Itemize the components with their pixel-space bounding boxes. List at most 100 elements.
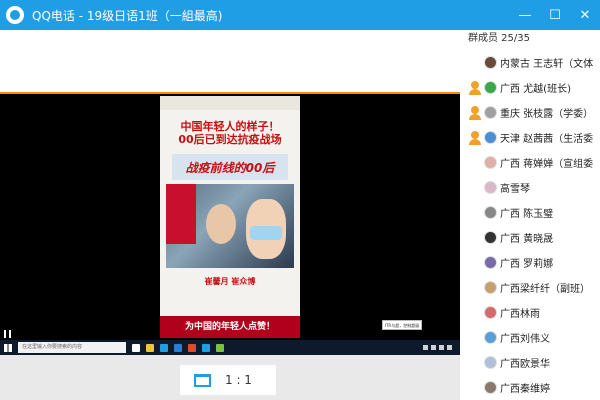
mask-shape xyxy=(250,226,282,240)
member-name: 广西林雨 xyxy=(500,309,540,320)
role-spacer xyxy=(468,281,482,295)
taskbar-search-input[interactable]: 在这里输入你要搜索的内容 xyxy=(18,342,126,353)
shared-taskbar: 在这里输入你要搜索的内容 xyxy=(0,340,460,355)
member-name: 广西梁纤纤（副班） xyxy=(500,284,590,295)
shared-phone-video: 中国年轻人的样子！ 00后已到达抗疫战场 战疫前线的00后 崔馨月 崔众博 为中… xyxy=(160,96,300,338)
role-spacer xyxy=(468,256,482,270)
member-name: 广西 蒋婵婵（宣组委 xyxy=(500,159,594,170)
edge-icon[interactable] xyxy=(160,343,168,352)
office-icon[interactable] xyxy=(188,343,196,352)
avatar[interactable] xyxy=(484,131,497,144)
member-item[interactable]: 广西 黄晓晟 xyxy=(460,225,600,250)
member-name: 广西刘伟义 xyxy=(500,334,550,345)
headline-line-1: 中国年轻人的样子！ xyxy=(180,120,280,133)
video-photo xyxy=(166,184,294,268)
role-spacer xyxy=(468,156,482,170)
minimize-button[interactable]: — xyxy=(510,0,540,30)
wechat-icon[interactable] xyxy=(216,343,224,352)
video-banner: 战疫前线的00后 xyxy=(172,154,288,180)
member-list: 内蒙古 王志轩（文体 广西 尤越(班长) 重庆 张枝露（学委） 天津 赵茜茜（生活委广… xyxy=(460,50,600,400)
tooltip: ITR与超，控制超级 xyxy=(382,320,422,330)
avatar[interactable] xyxy=(484,306,497,319)
avatar[interactable] xyxy=(484,56,497,69)
store-icon[interactable] xyxy=(174,343,182,352)
member-name: 广西 陈玉璧 xyxy=(500,209,554,220)
qq-icon[interactable] xyxy=(202,343,210,352)
screen-icon xyxy=(194,373,211,387)
tray-icon[interactable] xyxy=(447,345,452,350)
video-bottom-banner: 为中国的年轻人点赞！ xyxy=(160,316,300,338)
role-spacer xyxy=(468,331,482,345)
member-item[interactable]: 广西 罗莉娜 xyxy=(460,250,600,275)
avatar[interactable] xyxy=(484,356,497,369)
avatar[interactable] xyxy=(484,381,497,394)
task-view-icon[interactable] xyxy=(132,343,140,352)
member-item[interactable]: 重庆 张枝露（学委） xyxy=(460,100,600,125)
tray-icon[interactable] xyxy=(423,345,428,350)
role-spacer xyxy=(468,381,482,395)
member-item[interactable]: 广西欧景华 xyxy=(460,350,600,375)
tray-icon[interactable] xyxy=(439,345,444,350)
shared-screen-top xyxy=(0,30,460,92)
member-name: 广西欧景华 xyxy=(500,359,550,370)
member-name: 广西 黄晓晟 xyxy=(500,234,554,245)
member-item[interactable]: 广西秦维婷 xyxy=(460,375,600,400)
avatar[interactable] xyxy=(484,281,497,294)
avatar[interactable] xyxy=(484,81,497,94)
avatar[interactable] xyxy=(484,206,497,219)
flag-shape xyxy=(166,184,196,244)
member-name: 高雪琴 xyxy=(500,184,530,195)
avatar[interactable] xyxy=(484,231,497,244)
person-shape xyxy=(206,204,236,244)
role-spacer xyxy=(468,306,482,320)
avatar[interactable] xyxy=(484,106,497,119)
qq-call-logo-icon xyxy=(6,6,24,24)
folder-icon[interactable] xyxy=(146,343,154,352)
admin-icon xyxy=(468,80,482,95)
avatar[interactable] xyxy=(484,156,497,169)
member-name: 内蒙古 王志轩（文体 xyxy=(500,59,594,70)
aspect-ratio-label: 1 : 1 xyxy=(225,373,252,387)
avatar[interactable] xyxy=(484,256,497,269)
window-title: QQ电话 - 19级日语1班（一組最高) xyxy=(32,8,223,23)
tray-icon[interactable] xyxy=(431,345,436,350)
member-item[interactable]: 广西梁纤纤（副班） xyxy=(460,275,600,300)
member-item[interactable]: 广西林雨 xyxy=(460,300,600,325)
window-controls: — ☐ ✕ xyxy=(510,0,600,30)
member-item[interactable]: 内蒙古 王志轩（文体 xyxy=(460,50,600,75)
member-name: 广西 尤越(班长) xyxy=(500,84,571,95)
member-name: 广西秦维婷 xyxy=(500,384,550,395)
member-item[interactable]: 广西 陈玉璧 xyxy=(460,200,600,225)
pause-icon[interactable] xyxy=(4,330,12,338)
video-headline: 中国年轻人的样子！ 00后已到达抗疫战场 xyxy=(160,120,300,146)
aspect-ratio-button[interactable]: 1 : 1 xyxy=(180,365,276,395)
role-spacer xyxy=(468,231,482,245)
member-item[interactable]: 广西刘伟义 xyxy=(460,325,600,350)
member-name: 重庆 张枝露（学委） xyxy=(500,109,594,120)
avatar[interactable] xyxy=(484,331,497,344)
member-item[interactable]: 高雪琴 xyxy=(460,175,600,200)
avatar[interactable] xyxy=(484,181,497,194)
member-item[interactable]: 广西 尤越(班长) xyxy=(460,75,600,100)
member-name: 天津 赵茜茜（生活委 xyxy=(500,134,594,145)
maximize-button[interactable]: ☐ xyxy=(540,0,570,30)
system-tray xyxy=(423,345,452,350)
role-spacer xyxy=(468,206,482,220)
role-spacer xyxy=(468,356,482,370)
banner-text: 战疫前线的00后 xyxy=(185,160,275,175)
phone-status-strip xyxy=(160,96,300,110)
shared-video-frame[interactable]: 中国年轻人的样子！ 00后已到达抗疫战场 战疫前线的00后 崔馨月 崔众博 为中… xyxy=(0,92,460,355)
video-names: 崔馨月 崔众博 xyxy=(204,277,256,286)
admin-icon xyxy=(468,130,482,145)
admin-icon xyxy=(468,105,482,120)
member-name: 广西 罗莉娜 xyxy=(500,259,554,270)
close-button[interactable]: ✕ xyxy=(570,0,600,30)
title-bar: QQ电话 - 19级日语1班（一組最高) — ☐ ✕ xyxy=(0,0,600,30)
headline-line-2: 00后已到达抗疫战场 xyxy=(178,133,282,146)
member-item[interactable]: 广西 蒋婵婵（宣组委 xyxy=(460,150,600,175)
windows-start-icon[interactable] xyxy=(4,343,12,352)
members-count-header: 群成员 25/35 xyxy=(468,33,530,44)
shared-screen-area[interactable]: 中国年轻人的样子！ 00后已到达抗疫战场 战疫前线的00后 崔馨月 崔众博 为中… xyxy=(0,30,460,355)
role-spacer xyxy=(468,181,482,195)
member-item[interactable]: 天津 赵茜茜（生活委 xyxy=(460,125,600,150)
